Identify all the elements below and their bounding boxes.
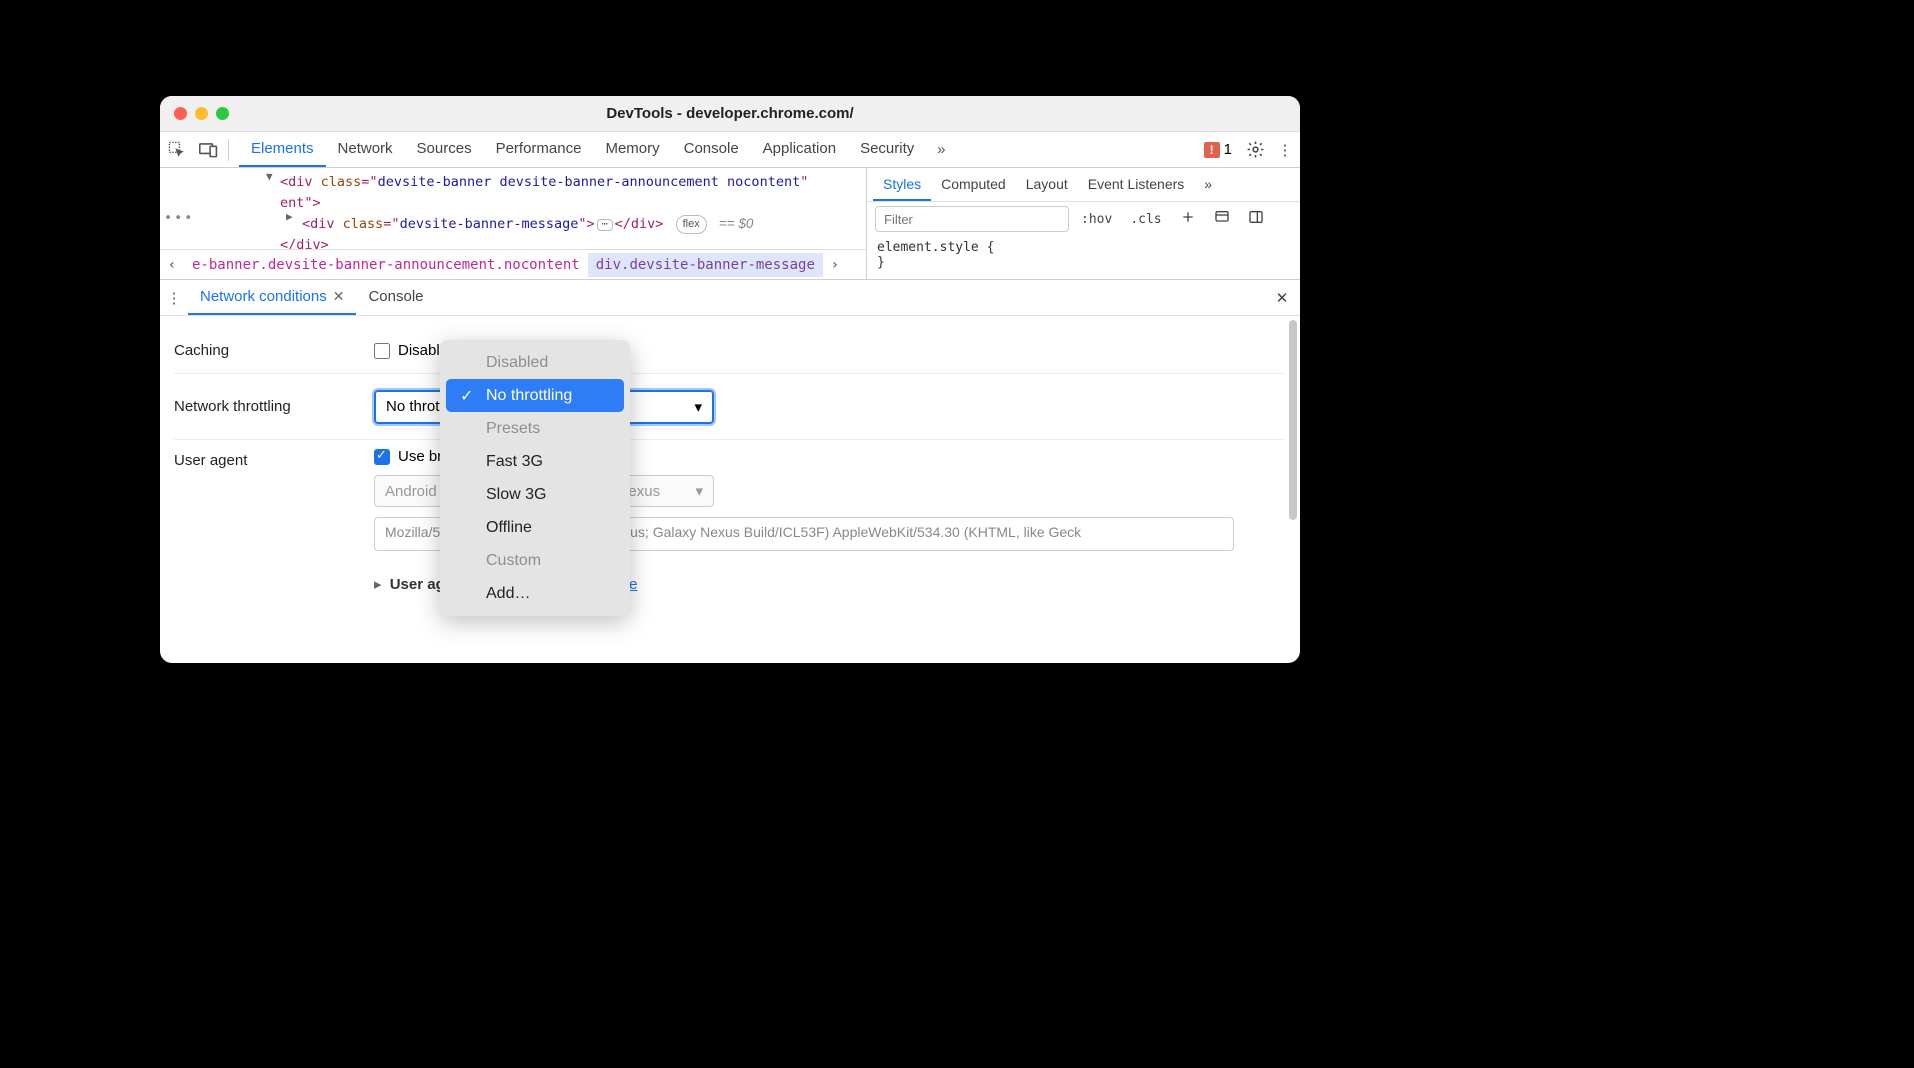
- styles-tab-event-listeners[interactable]: Event Listeners: [1078, 168, 1195, 201]
- dom-tag-close: >: [587, 216, 595, 232]
- breadcrumb-scroll-left-icon[interactable]: ‹: [160, 257, 184, 273]
- traffic-lights: [174, 107, 229, 120]
- close-tab-icon[interactable]: ✕: [333, 288, 345, 305]
- dropdown-option-slow-3g[interactable]: Slow 3G: [446, 478, 624, 511]
- tab-performance[interactable]: Performance: [484, 132, 594, 167]
- styles-more-tabs-icon[interactable]: »: [1194, 168, 1222, 201]
- chevron-down-icon: ▾: [695, 482, 703, 500]
- error-count: 1: [1224, 141, 1232, 158]
- window-title: DevTools - developer.chrome.com/: [160, 105, 1300, 122]
- dropdown-header-presets: Presets: [446, 412, 624, 445]
- dropdown-option-offline[interactable]: Offline: [446, 511, 624, 544]
- styles-toolbar: :hov .cls: [867, 202, 1300, 236]
- tab-application[interactable]: Application: [751, 132, 848, 167]
- styles-tab-computed[interactable]: Computed: [931, 168, 1016, 201]
- device-toolbar-icon[interactable]: [192, 132, 224, 168]
- cls-toggle[interactable]: .cls: [1124, 210, 1167, 229]
- dropdown-header-custom: Custom: [446, 544, 624, 577]
- styles-tab-layout[interactable]: Layout: [1016, 168, 1078, 201]
- styles-tab-styles[interactable]: Styles: [873, 168, 931, 201]
- minimize-window-button[interactable]: [195, 107, 208, 120]
- toggle-sidebar-icon[interactable]: [1242, 207, 1270, 231]
- dom-text: ent": [280, 195, 313, 211]
- breadcrumb: ‹ e-banner.devsite-banner-announcement.n…: [160, 249, 866, 279]
- disclosure-triangle-icon: ▸: [374, 576, 382, 593]
- zoom-window-button[interactable]: [216, 107, 229, 120]
- more-tabs-icon[interactable]: »: [926, 141, 956, 158]
- new-style-rule-icon[interactable]: [1174, 207, 1202, 231]
- drawer-tab-label: Network conditions: [200, 288, 327, 305]
- vertical-scrollbar[interactable]: [1289, 320, 1297, 520]
- main-toolbar: Elements Network Sources Performance Mem…: [160, 132, 1300, 168]
- caching-row: Caching Disable cache: [174, 328, 1286, 374]
- dropdown-header-disabled: Disabled: [446, 346, 624, 379]
- settings-gear-icon[interactable]: [1240, 132, 1270, 168]
- caching-label: Caching: [174, 342, 374, 359]
- selected-element-ref: == $0: [719, 216, 754, 231]
- close-window-button[interactable]: [174, 107, 187, 120]
- error-count-button[interactable]: ! 1: [1196, 141, 1240, 158]
- dom-tag: <div: [280, 174, 313, 190]
- elements-panel: ▼ ••• ▶ <div class="devsite-banner devsi…: [160, 168, 866, 279]
- flex-badge[interactable]: flex: [676, 215, 707, 234]
- tab-memory[interactable]: Memory: [593, 132, 671, 167]
- drawer-tab-console[interactable]: Console: [356, 280, 435, 315]
- tab-console[interactable]: Console: [672, 132, 751, 167]
- drawer-menu-icon[interactable]: ⋮: [160, 280, 188, 315]
- styles-body: element.style { }: [867, 236, 1300, 274]
- main-menu-icon[interactable]: ⋮: [1270, 132, 1300, 168]
- chevron-down-icon: ▾: [694, 398, 702, 416]
- inspect-element-icon[interactable]: [160, 132, 192, 168]
- breadcrumb-item[interactable]: e-banner.devsite-banner-announcement.noc…: [184, 253, 588, 277]
- dropdown-option-add[interactable]: Add…: [446, 577, 624, 610]
- main-tabs: Elements Network Sources Performance Mem…: [239, 132, 926, 167]
- breadcrumb-item-selected[interactable]: div.devsite-banner-message: [588, 253, 823, 277]
- style-rule-open[interactable]: element.style {: [877, 240, 1290, 255]
- expand-caret-icon[interactable]: ▶: [286, 208, 293, 225]
- disable-cache-checkbox[interactable]: [374, 343, 390, 359]
- dom-tree[interactable]: ▼ ••• ▶ <div class="devsite-banner devsi…: [160, 168, 866, 249]
- error-icon: !: [1204, 142, 1220, 158]
- collapse-caret-icon[interactable]: ▼: [266, 168, 273, 185]
- dom-attr-value: devsite-banner devsite-banner-announceme…: [378, 174, 801, 190]
- drawer-tabs: ⋮ Network conditions ✕ Console ✕: [160, 280, 1300, 316]
- dropdown-option-no-throttling[interactable]: No throttling: [446, 379, 624, 412]
- dom-tag-close: >: [313, 195, 321, 211]
- devtools-window: DevTools - developer.chrome.com/ Element…: [160, 96, 1300, 663]
- dom-tag: </div>: [280, 237, 329, 249]
- titlebar: DevTools - developer.chrome.com/: [160, 96, 1300, 132]
- gutter-dots-icon[interactable]: •••: [164, 208, 194, 229]
- user-agent-row: User agent Use browser default Android (…: [174, 440, 1286, 593]
- tab-sources[interactable]: Sources: [405, 132, 484, 167]
- styles-filter-input[interactable]: [875, 206, 1069, 232]
- dom-attr-value: devsite-banner-message: [400, 216, 579, 232]
- tab-security[interactable]: Security: [848, 132, 926, 167]
- expand-ellipsis-icon[interactable]: ⋯: [597, 219, 613, 231]
- dom-attr-name: class: [343, 216, 384, 232]
- panels-row: ▼ ••• ▶ <div class="devsite-banner devsi…: [160, 168, 1300, 280]
- computed-styles-icon[interactable]: [1208, 207, 1236, 231]
- throttling-dropdown: Disabled No throttling Presets Fast 3G S…: [440, 340, 630, 616]
- dropdown-option-fast-3g[interactable]: Fast 3G: [446, 445, 624, 478]
- dom-attr-name: class: [321, 174, 362, 190]
- breadcrumb-scroll-right-icon[interactable]: ›: [823, 257, 847, 273]
- dom-tag: <div: [302, 216, 335, 232]
- throttling-row: Network throttling No throttling ▾: [174, 374, 1286, 440]
- style-rule-close[interactable]: }: [877, 255, 1290, 270]
- styles-panel: Styles Computed Layout Event Listeners »…: [866, 168, 1300, 279]
- styles-tabs: Styles Computed Layout Event Listeners »: [867, 168, 1300, 202]
- use-browser-default-checkbox[interactable]: [374, 449, 390, 465]
- dom-tag: </div>: [615, 216, 664, 232]
- drawer-tab-network-conditions[interactable]: Network conditions ✕: [188, 280, 356, 315]
- throttling-label: Network throttling: [174, 398, 374, 415]
- user-agent-label: User agent: [174, 448, 374, 469]
- hov-toggle[interactable]: :hov: [1075, 210, 1118, 229]
- drawer-close-icon[interactable]: ✕: [1264, 280, 1300, 315]
- tab-elements[interactable]: Elements: [239, 132, 326, 167]
- network-conditions-panel: Caching Disable cache Network throttling…: [160, 316, 1300, 663]
- tab-network[interactable]: Network: [326, 132, 405, 167]
